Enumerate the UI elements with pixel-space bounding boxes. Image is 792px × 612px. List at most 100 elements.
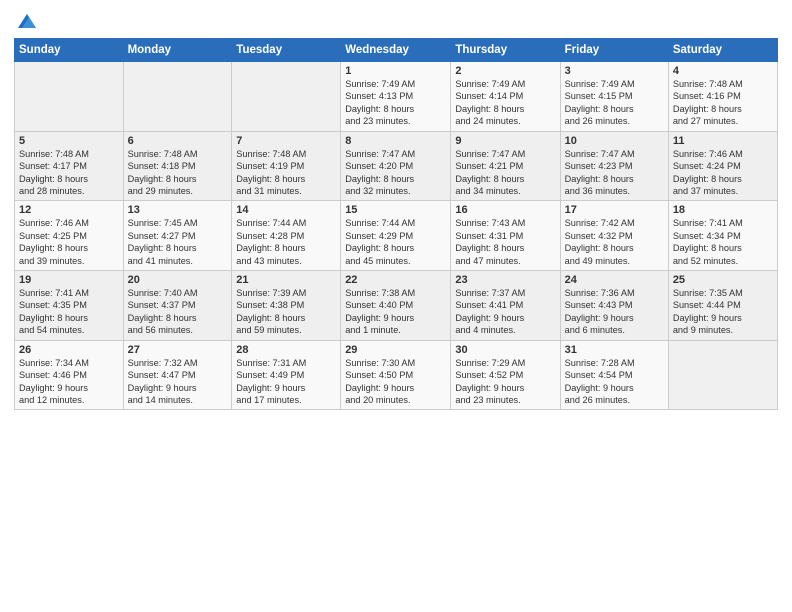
day-number: 25 xyxy=(673,274,773,286)
day-number: 3 xyxy=(565,65,664,77)
cell-content: Sunrise: 7:38 AM Sunset: 4:40 PM Dayligh… xyxy=(345,287,446,337)
calendar-cell: 11Sunrise: 7:46 AM Sunset: 4:24 PM Dayli… xyxy=(668,131,777,201)
calendar-cell: 3Sunrise: 7:49 AM Sunset: 4:15 PM Daylig… xyxy=(560,62,668,132)
calendar-cell: 2Sunrise: 7:49 AM Sunset: 4:14 PM Daylig… xyxy=(451,62,560,132)
calendar-cell: 26Sunrise: 7:34 AM Sunset: 4:46 PM Dayli… xyxy=(15,340,124,410)
calendar-cell xyxy=(15,62,124,132)
calendar-cell: 23Sunrise: 7:37 AM Sunset: 4:41 PM Dayli… xyxy=(451,271,560,341)
calendar-cell xyxy=(668,340,777,410)
day-number: 22 xyxy=(345,274,446,286)
day-number: 6 xyxy=(128,135,228,147)
day-number: 23 xyxy=(455,274,555,286)
calendar-day-header: Thursday xyxy=(451,39,560,62)
cell-content: Sunrise: 7:39 AM Sunset: 4:38 PM Dayligh… xyxy=(236,287,336,337)
calendar-cell: 28Sunrise: 7:31 AM Sunset: 4:49 PM Dayli… xyxy=(232,340,341,410)
calendar-cell: 6Sunrise: 7:48 AM Sunset: 4:18 PM Daylig… xyxy=(123,131,232,201)
calendar-cell: 20Sunrise: 7:40 AM Sunset: 4:37 PM Dayli… xyxy=(123,271,232,341)
calendar-cell: 14Sunrise: 7:44 AM Sunset: 4:28 PM Dayli… xyxy=(232,201,341,271)
calendar-cell: 8Sunrise: 7:47 AM Sunset: 4:20 PM Daylig… xyxy=(341,131,451,201)
day-number: 2 xyxy=(455,65,555,77)
calendar-cell: 22Sunrise: 7:38 AM Sunset: 4:40 PM Dayli… xyxy=(341,271,451,341)
calendar-week-row: 5Sunrise: 7:48 AM Sunset: 4:17 PM Daylig… xyxy=(15,131,778,201)
calendar-cell: 24Sunrise: 7:36 AM Sunset: 4:43 PM Dayli… xyxy=(560,271,668,341)
calendar-cell: 27Sunrise: 7:32 AM Sunset: 4:47 PM Dayli… xyxy=(123,340,232,410)
calendar-cell: 12Sunrise: 7:46 AM Sunset: 4:25 PM Dayli… xyxy=(15,201,124,271)
cell-content: Sunrise: 7:46 AM Sunset: 4:25 PM Dayligh… xyxy=(19,217,119,267)
logo xyxy=(14,10,38,32)
cell-content: Sunrise: 7:49 AM Sunset: 4:13 PM Dayligh… xyxy=(345,78,446,128)
header xyxy=(14,10,778,32)
calendar-cell xyxy=(232,62,341,132)
cell-content: Sunrise: 7:42 AM Sunset: 4:32 PM Dayligh… xyxy=(565,217,664,267)
calendar-cell: 18Sunrise: 7:41 AM Sunset: 4:34 PM Dayli… xyxy=(668,201,777,271)
calendar-cell xyxy=(123,62,232,132)
day-number: 11 xyxy=(673,135,773,147)
cell-content: Sunrise: 7:49 AM Sunset: 4:15 PM Dayligh… xyxy=(565,78,664,128)
cell-content: Sunrise: 7:48 AM Sunset: 4:18 PM Dayligh… xyxy=(128,148,228,198)
cell-content: Sunrise: 7:32 AM Sunset: 4:47 PM Dayligh… xyxy=(128,357,228,407)
day-number: 17 xyxy=(565,204,664,216)
day-number: 26 xyxy=(19,344,119,356)
cell-content: Sunrise: 7:28 AM Sunset: 4:54 PM Dayligh… xyxy=(565,357,664,407)
day-number: 9 xyxy=(455,135,555,147)
cell-content: Sunrise: 7:45 AM Sunset: 4:27 PM Dayligh… xyxy=(128,217,228,267)
calendar-cell: 1Sunrise: 7:49 AM Sunset: 4:13 PM Daylig… xyxy=(341,62,451,132)
cell-content: Sunrise: 7:46 AM Sunset: 4:24 PM Dayligh… xyxy=(673,148,773,198)
calendar-week-row: 26Sunrise: 7:34 AM Sunset: 4:46 PM Dayli… xyxy=(15,340,778,410)
cell-content: Sunrise: 7:37 AM Sunset: 4:41 PM Dayligh… xyxy=(455,287,555,337)
cell-content: Sunrise: 7:49 AM Sunset: 4:14 PM Dayligh… xyxy=(455,78,555,128)
calendar-week-row: 19Sunrise: 7:41 AM Sunset: 4:35 PM Dayli… xyxy=(15,271,778,341)
calendar-cell: 13Sunrise: 7:45 AM Sunset: 4:27 PM Dayli… xyxy=(123,201,232,271)
logo-icon xyxy=(16,10,38,32)
day-number: 27 xyxy=(128,344,228,356)
day-number: 7 xyxy=(236,135,336,147)
calendar-cell: 5Sunrise: 7:48 AM Sunset: 4:17 PM Daylig… xyxy=(15,131,124,201)
cell-content: Sunrise: 7:31 AM Sunset: 4:49 PM Dayligh… xyxy=(236,357,336,407)
cell-content: Sunrise: 7:47 AM Sunset: 4:21 PM Dayligh… xyxy=(455,148,555,198)
day-number: 24 xyxy=(565,274,664,286)
calendar-day-header: Friday xyxy=(560,39,668,62)
cell-content: Sunrise: 7:41 AM Sunset: 4:35 PM Dayligh… xyxy=(19,287,119,337)
calendar-cell: 15Sunrise: 7:44 AM Sunset: 4:29 PM Dayli… xyxy=(341,201,451,271)
day-number: 31 xyxy=(565,344,664,356)
cell-content: Sunrise: 7:48 AM Sunset: 4:16 PM Dayligh… xyxy=(673,78,773,128)
day-number: 8 xyxy=(345,135,446,147)
cell-content: Sunrise: 7:41 AM Sunset: 4:34 PM Dayligh… xyxy=(673,217,773,267)
day-number: 1 xyxy=(345,65,446,77)
calendar-cell: 21Sunrise: 7:39 AM Sunset: 4:38 PM Dayli… xyxy=(232,271,341,341)
cell-content: Sunrise: 7:44 AM Sunset: 4:28 PM Dayligh… xyxy=(236,217,336,267)
calendar-cell: 25Sunrise: 7:35 AM Sunset: 4:44 PM Dayli… xyxy=(668,271,777,341)
cell-content: Sunrise: 7:36 AM Sunset: 4:43 PM Dayligh… xyxy=(565,287,664,337)
calendar-cell: 7Sunrise: 7:48 AM Sunset: 4:19 PM Daylig… xyxy=(232,131,341,201)
calendar-table: SundayMondayTuesdayWednesdayThursdayFrid… xyxy=(14,38,778,410)
calendar-day-header: Sunday xyxy=(15,39,124,62)
cell-content: Sunrise: 7:48 AM Sunset: 4:19 PM Dayligh… xyxy=(236,148,336,198)
calendar-cell: 10Sunrise: 7:47 AM Sunset: 4:23 PM Dayli… xyxy=(560,131,668,201)
day-number: 4 xyxy=(673,65,773,77)
cell-content: Sunrise: 7:48 AM Sunset: 4:17 PM Dayligh… xyxy=(19,148,119,198)
day-number: 5 xyxy=(19,135,119,147)
day-number: 21 xyxy=(236,274,336,286)
page-container: SundayMondayTuesdayWednesdayThursdayFrid… xyxy=(0,0,792,612)
calendar-cell: 30Sunrise: 7:29 AM Sunset: 4:52 PM Dayli… xyxy=(451,340,560,410)
calendar-day-header: Monday xyxy=(123,39,232,62)
cell-content: Sunrise: 7:44 AM Sunset: 4:29 PM Dayligh… xyxy=(345,217,446,267)
day-number: 19 xyxy=(19,274,119,286)
cell-content: Sunrise: 7:34 AM Sunset: 4:46 PM Dayligh… xyxy=(19,357,119,407)
calendar-cell: 29Sunrise: 7:30 AM Sunset: 4:50 PM Dayli… xyxy=(341,340,451,410)
calendar-day-header: Wednesday xyxy=(341,39,451,62)
day-number: 29 xyxy=(345,344,446,356)
calendar-cell: 31Sunrise: 7:28 AM Sunset: 4:54 PM Dayli… xyxy=(560,340,668,410)
day-number: 10 xyxy=(565,135,664,147)
cell-content: Sunrise: 7:47 AM Sunset: 4:20 PM Dayligh… xyxy=(345,148,446,198)
cell-content: Sunrise: 7:43 AM Sunset: 4:31 PM Dayligh… xyxy=(455,217,555,267)
cell-content: Sunrise: 7:35 AM Sunset: 4:44 PM Dayligh… xyxy=(673,287,773,337)
day-number: 14 xyxy=(236,204,336,216)
calendar-cell: 9Sunrise: 7:47 AM Sunset: 4:21 PM Daylig… xyxy=(451,131,560,201)
day-number: 28 xyxy=(236,344,336,356)
cell-content: Sunrise: 7:47 AM Sunset: 4:23 PM Dayligh… xyxy=(565,148,664,198)
cell-content: Sunrise: 7:40 AM Sunset: 4:37 PM Dayligh… xyxy=(128,287,228,337)
day-number: 20 xyxy=(128,274,228,286)
calendar-cell: 16Sunrise: 7:43 AM Sunset: 4:31 PM Dayli… xyxy=(451,201,560,271)
calendar-cell: 19Sunrise: 7:41 AM Sunset: 4:35 PM Dayli… xyxy=(15,271,124,341)
